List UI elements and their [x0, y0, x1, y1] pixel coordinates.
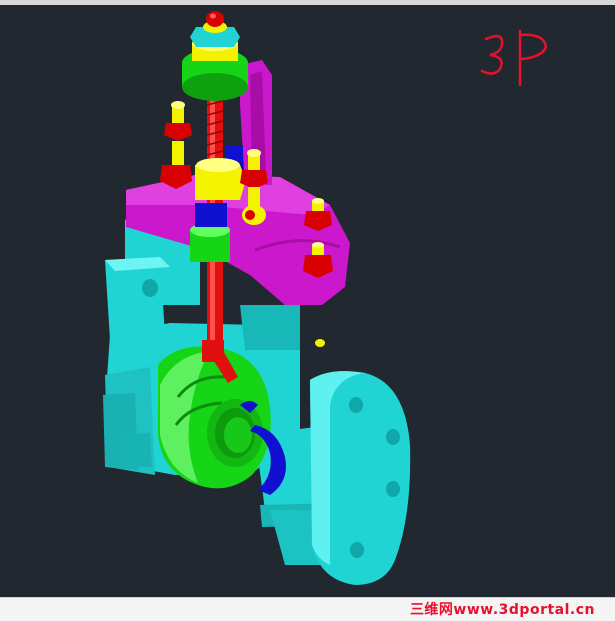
annotation-3p	[480, 29, 548, 87]
valve-model	[103, 11, 548, 585]
status-strip: 三维网www.3dportal.cn	[0, 597, 615, 621]
cad-viewport[interactable]	[0, 5, 615, 597]
bonnet-bolts	[303, 198, 333, 347]
watermark-text: 三维网www.3dportal.cn	[409, 602, 595, 618]
